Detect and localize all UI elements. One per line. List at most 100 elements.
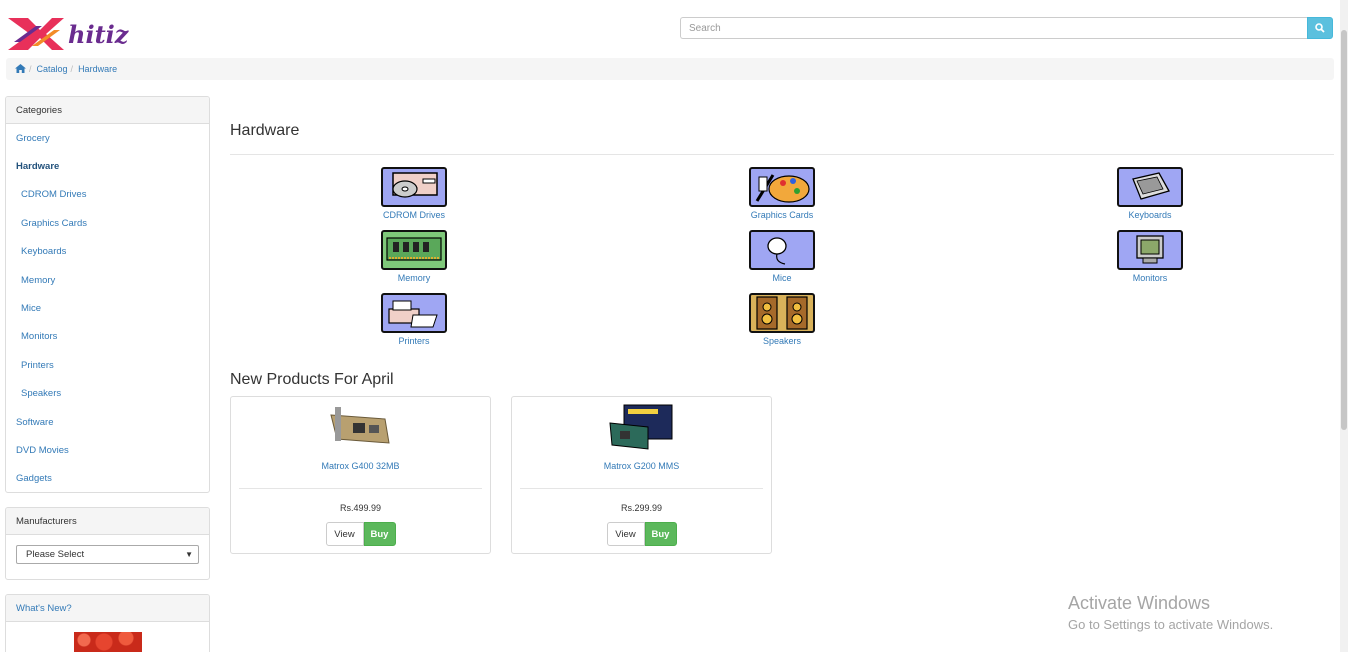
product-card: Matrox G400 32MB Rs.499.99 View Buy <box>230 396 491 554</box>
category-link[interactable]: Memory <box>21 275 55 286</box>
divider <box>520 488 763 489</box>
subcategory-memory[interactable]: Memory <box>354 230 474 283</box>
mouse-icon <box>749 230 815 270</box>
subcategory-label: Speakers <box>762 336 802 346</box>
page-scrollbar[interactable] <box>1340 0 1348 652</box>
whats-new-heading: What's New? <box>6 595 209 622</box>
memory-icon <box>381 230 447 270</box>
category-link[interactable]: DVD Movies <box>16 445 69 456</box>
subcategory-label: Memory <box>397 273 431 283</box>
site-logo[interactable]: hitiz <box>6 12 166 52</box>
subcategory-speakers[interactable]: Speakers <box>722 293 842 346</box>
categories-heading: Categories <box>6 97 209 124</box>
subcategory-label: Printers <box>398 336 430 346</box>
subcategory-printers[interactable]: Printers <box>354 293 474 346</box>
search-button[interactable] <box>1307 17 1333 39</box>
product-actions: View Buy <box>606 522 677 546</box>
subcategory-label: Monitors <box>1132 273 1168 283</box>
category-link[interactable]: Hardware <box>16 161 59 172</box>
category-item-grocery: Grocery <box>6 124 209 152</box>
search-bar <box>680 17 1333 39</box>
category-item-speakers: Speakers <box>6 380 209 408</box>
category-item-dvd-movies: DVD Movies <box>6 436 209 464</box>
whats-new-link[interactable]: What's New? <box>16 603 72 614</box>
buy-button[interactable]: Buy <box>363 522 396 546</box>
product-price: Rs.499.99 <box>339 503 382 513</box>
category-item-cdrom-drives: CDROM Drives <box>6 181 209 209</box>
product-price: Rs.299.99 <box>620 503 663 513</box>
brand-x-logo: hitiz <box>8 18 130 50</box>
page-title: Hardware <box>230 122 300 139</box>
category-link[interactable]: Speakers <box>21 388 61 399</box>
category-item-printers: Printers <box>6 351 209 379</box>
category-item-hardware: Hardware <box>6 152 209 180</box>
activate-windows-watermark: Activate Windows Go to Settings to activ… <box>1068 593 1273 632</box>
subcategory-monitors[interactable]: Monitors <box>1090 230 1210 283</box>
view-button[interactable]: View <box>325 522 364 546</box>
search-icon <box>1315 23 1325 33</box>
category-item-keyboards: Keyboards <box>6 238 209 266</box>
manufacturer-select[interactable]: Please Select ▼ <box>16 545 199 564</box>
monitor-icon <box>1117 230 1183 270</box>
graphics-card-icon <box>749 167 815 207</box>
breadcrumb-home[interactable] <box>15 63 26 75</box>
category-link[interactable]: Graphics Cards <box>21 218 87 229</box>
subcategory-graphics-cards[interactable]: Graphics Cards <box>722 167 842 220</box>
breadcrumb: / Catalog / Hardware <box>6 58 1334 80</box>
home-icon <box>15 63 26 73</box>
product-name[interactable]: Matrox G400 32MB <box>231 461 490 471</box>
product-image[interactable] <box>327 403 395 451</box>
category-item-graphics-cards: Graphics Cards <box>6 209 209 237</box>
category-link[interactable]: Software <box>16 417 54 428</box>
scrollbar-thumb[interactable] <box>1341 30 1347 430</box>
category-item-gadgets: Gadgets <box>6 465 209 492</box>
category-item-monitors: Monitors <box>6 323 209 351</box>
manufacturers-panel: Manufacturers Please Select ▼ <box>5 507 210 580</box>
whats-new-panel: What's New? <box>5 594 210 652</box>
subcategory-label: Keyboards <box>1128 210 1172 220</box>
printer-icon <box>381 293 447 333</box>
category-link[interactable]: Monitors <box>21 331 57 342</box>
cdrom-drive-icon <box>381 167 447 207</box>
category-link[interactable]: Mice <box>21 303 41 314</box>
category-item-memory: Memory <box>6 266 209 294</box>
watermark-title: Activate Windows <box>1068 593 1211 613</box>
logo-text: hitiz <box>68 20 130 49</box>
subcategory-keyboards[interactable]: Keyboards <box>1090 167 1210 220</box>
category-link[interactable]: Grocery <box>16 133 50 144</box>
buy-button[interactable]: Buy <box>644 522 677 546</box>
new-products-title: New Products For April <box>230 371 394 388</box>
watermark-subtitle: Go to Settings to activate Windows. <box>1068 617 1274 632</box>
category-item-mice: Mice <box>6 294 209 322</box>
breadcrumb-catalog[interactable]: Catalog <box>37 64 68 74</box>
category-link[interactable]: Printers <box>21 360 54 371</box>
product-image[interactable] <box>608 403 676 451</box>
search-input[interactable] <box>680 17 1307 39</box>
category-link[interactable]: Keyboards <box>21 246 66 257</box>
product-card: Matrox G200 MMS Rs.299.99 View Buy <box>511 396 772 554</box>
categories-panel: Categories Grocery Hardware CDROM Drives… <box>5 96 210 493</box>
product-name[interactable]: Matrox G200 MMS <box>512 461 771 471</box>
categories-list: Grocery Hardware CDROM Drives Graphics C… <box>6 124 209 492</box>
manufacturer-select-value: Please Select <box>26 549 85 560</box>
speakers-icon <box>749 293 815 333</box>
breadcrumb-hardware[interactable]: Hardware <box>78 64 117 74</box>
subcategory-label: CDROM Drives <box>383 210 445 220</box>
divider <box>239 488 482 489</box>
subcategory-mice[interactable]: Mice <box>722 230 842 283</box>
category-link[interactable]: CDROM Drives <box>21 189 86 200</box>
breadcrumb-separator: / <box>29 64 32 74</box>
whats-new-product-image[interactable] <box>73 632 142 652</box>
breadcrumb-separator: / <box>70 64 74 74</box>
keyboard-icon <box>1117 167 1183 207</box>
divider <box>230 154 1334 155</box>
category-item-software: Software <box>6 408 209 436</box>
product-actions: View Buy <box>325 522 396 546</box>
manufacturers-heading: Manufacturers <box>6 508 209 535</box>
category-link[interactable]: Gadgets <box>16 473 52 484</box>
dropdown-arrow-icon: ▼ <box>185 550 193 559</box>
subcategory-cdrom-drives[interactable]: CDROM Drives <box>354 167 474 220</box>
subcategory-label: Mice <box>772 273 792 283</box>
view-button[interactable]: View <box>606 522 645 546</box>
subcategory-label: Graphics Cards <box>750 210 814 220</box>
